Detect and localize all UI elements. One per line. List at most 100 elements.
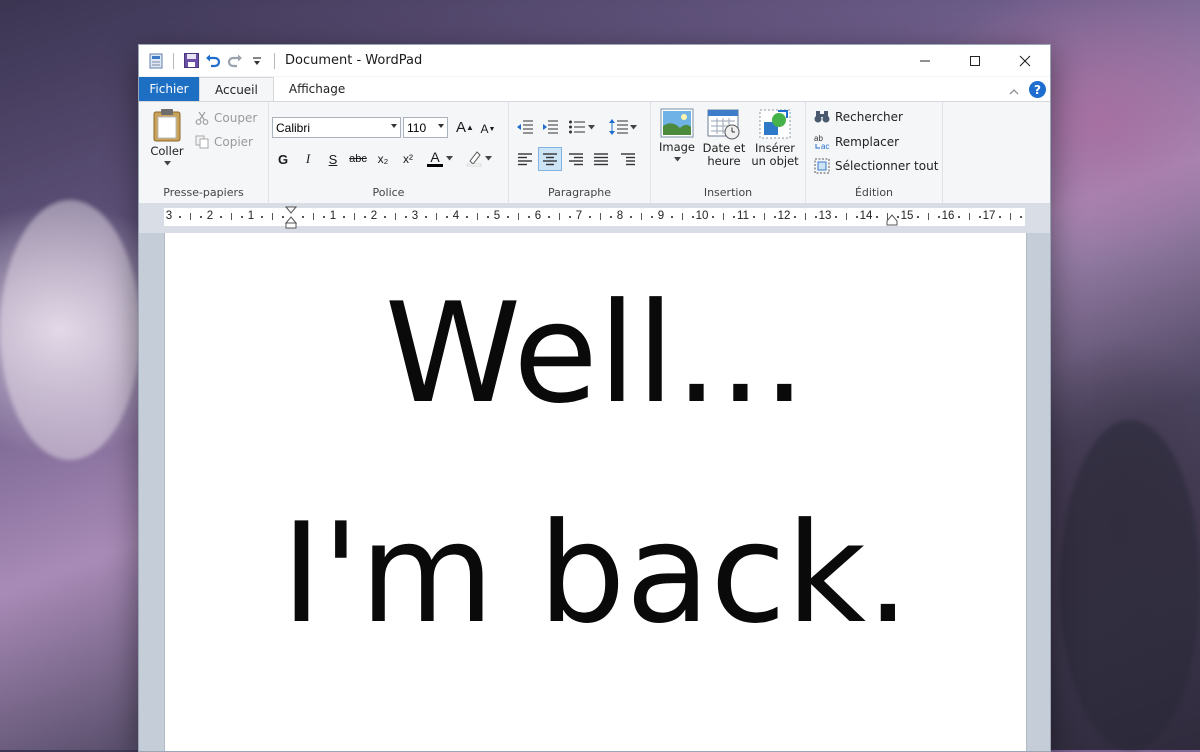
- subscript-button[interactable]: x₂: [372, 148, 394, 170]
- redo-icon[interactable]: [226, 52, 244, 70]
- chevron-down-icon: [630, 124, 637, 129]
- group-font: Calibri 110 A ▲ A ▼ G I S abc x₂ x² A Po…: [269, 102, 509, 203]
- ruler-tick: [240, 216, 243, 218]
- highlighter-icon: [466, 151, 481, 167]
- document-text-line-2[interactable]: I'm back.: [165, 505, 1026, 643]
- paragraph-group-label: Paragraphe: [547, 186, 612, 199]
- highlight-button[interactable]: [462, 147, 494, 169]
- shrink-font-button[interactable]: A ▼: [477, 118, 499, 140]
- font-group-label: Police: [372, 186, 405, 199]
- ruler-number: 5: [493, 210, 501, 222]
- align-right-button[interactable]: [565, 148, 587, 170]
- ruler-tick: [732, 216, 735, 218]
- ruler-tick: [855, 216, 858, 218]
- ruler-tick: [937, 216, 940, 218]
- ruler-tick: [968, 213, 970, 220]
- ruler-tick: [568, 216, 571, 218]
- hanging-indent-marker[interactable]: [285, 206, 297, 230]
- ruler-area: 3 2 1 1 2 3 4 5 6 7 8 9 10 11 12 13 14 15 16 17: [139, 203, 1050, 233]
- ruler-number: 6: [534, 210, 542, 222]
- ruler-tick: [1019, 216, 1022, 218]
- align-left-button[interactable]: [514, 148, 536, 170]
- bullet-list-button[interactable]: [565, 116, 597, 138]
- ruler-tick: [691, 216, 694, 218]
- undo-icon[interactable]: [204, 52, 222, 70]
- calendar-clock-icon: [707, 109, 740, 140]
- bold-button[interactable]: G: [272, 148, 294, 170]
- ruler-tick: [517, 213, 519, 220]
- insert-image-button[interactable]: Image: [657, 108, 697, 162]
- ruler-tick: [773, 216, 776, 218]
- font-size-select[interactable]: 110: [403, 117, 448, 138]
- ruler-tick: [230, 213, 232, 220]
- ruler-tick: [640, 213, 642, 220]
- cut-label: Couper: [214, 111, 258, 125]
- grow-font-button[interactable]: A ▲: [454, 116, 476, 138]
- insert-object-button[interactable]: Insérer un objet: [751, 108, 799, 168]
- ruler-tick: [927, 213, 929, 220]
- decrease-indent-button[interactable]: [514, 116, 536, 138]
- ruler-tick: [753, 216, 756, 218]
- wordpad-app-icon[interactable]: [147, 52, 165, 70]
- editing-group-label: Édition: [854, 186, 894, 199]
- chevron-down-icon: [484, 155, 492, 160]
- help-icon[interactable]: ?: [1029, 81, 1046, 98]
- collapse-ribbon-icon[interactable]: [1009, 80, 1019, 99]
- document-page[interactable]: Well... I'm back.: [164, 233, 1027, 751]
- replace-button[interactable]: ab ac Remplacer: [814, 134, 899, 150]
- copy-button[interactable]: Copier: [195, 135, 253, 149]
- justify-button[interactable]: [590, 148, 612, 170]
- date-time-label-2: heure: [707, 154, 741, 168]
- tab-home[interactable]: Accueil: [199, 77, 274, 101]
- ruler-tick: [353, 213, 355, 220]
- font-color-swatch: [427, 163, 443, 167]
- ruler-tick: [199, 216, 202, 218]
- insert-group-label: Insertion: [703, 186, 753, 199]
- strikethrough-button[interactable]: abc: [347, 148, 369, 170]
- cut-button[interactable]: Couper: [195, 111, 257, 125]
- group-clipboard: Coller Couper Copier Presse-papiers: [139, 102, 269, 203]
- tab-view[interactable]: Affichage: [274, 77, 360, 101]
- align-center-button[interactable]: [538, 147, 562, 171]
- line-spacing-button[interactable]: [607, 116, 639, 138]
- superscript-button[interactable]: x²: [397, 148, 419, 170]
- paste-icon: [153, 109, 181, 142]
- ruler-tick: [548, 216, 551, 218]
- minimize-button[interactable]: [900, 45, 950, 76]
- ruler-tick: [958, 216, 961, 218]
- find-button[interactable]: Rechercher: [814, 110, 903, 124]
- save-icon[interactable]: [182, 52, 200, 70]
- ruler-tick: [486, 216, 489, 218]
- ruler-tick: [425, 216, 428, 218]
- underline-button[interactable]: S: [322, 148, 344, 170]
- ruler-number: 11: [737, 210, 749, 222]
- insert-date-time-button[interactable]: Date et heure: [701, 108, 747, 168]
- paste-button[interactable]: Coller: [147, 108, 187, 166]
- group-paragraph: Paragraphe: [509, 102, 651, 203]
- select-all-icon: [814, 158, 830, 174]
- ruler-tick: [394, 213, 396, 220]
- close-button[interactable]: [1000, 45, 1050, 76]
- tab-file[interactable]: Fichier: [139, 77, 199, 101]
- ruler-number: 9: [657, 210, 665, 222]
- select-all-button[interactable]: Sélectionner tout: [814, 158, 938, 174]
- ruler-tick: [363, 216, 366, 218]
- ruler-tick: [876, 216, 879, 218]
- italic-button[interactable]: I: [297, 148, 319, 170]
- font-family-select[interactable]: Calibri: [272, 117, 401, 138]
- document-text-line-1[interactable]: Well...: [165, 285, 1026, 423]
- replace-label: Remplacer: [835, 135, 900, 149]
- ruler-tick: [507, 216, 510, 218]
- font-color-letter: A: [430, 148, 440, 165]
- ruler-number: 2: [206, 210, 214, 222]
- maximize-button[interactable]: [950, 45, 1000, 76]
- ruler-tick: [794, 216, 797, 218]
- ruler-number: 3: [411, 210, 419, 222]
- paragraph-settings-button[interactable]: [617, 148, 639, 170]
- horizontal-ruler[interactable]: 3 2 1 1 2 3 4 5 6 7 8 9 10 11 12 13 14 15 16 17: [164, 206, 1025, 229]
- ruler-tick: [404, 216, 407, 218]
- font-color-button[interactable]: A: [424, 147, 456, 169]
- customize-qat-icon[interactable]: [248, 52, 266, 70]
- increase-indent-button[interactable]: [539, 116, 561, 138]
- ruler-tick: [917, 216, 920, 218]
